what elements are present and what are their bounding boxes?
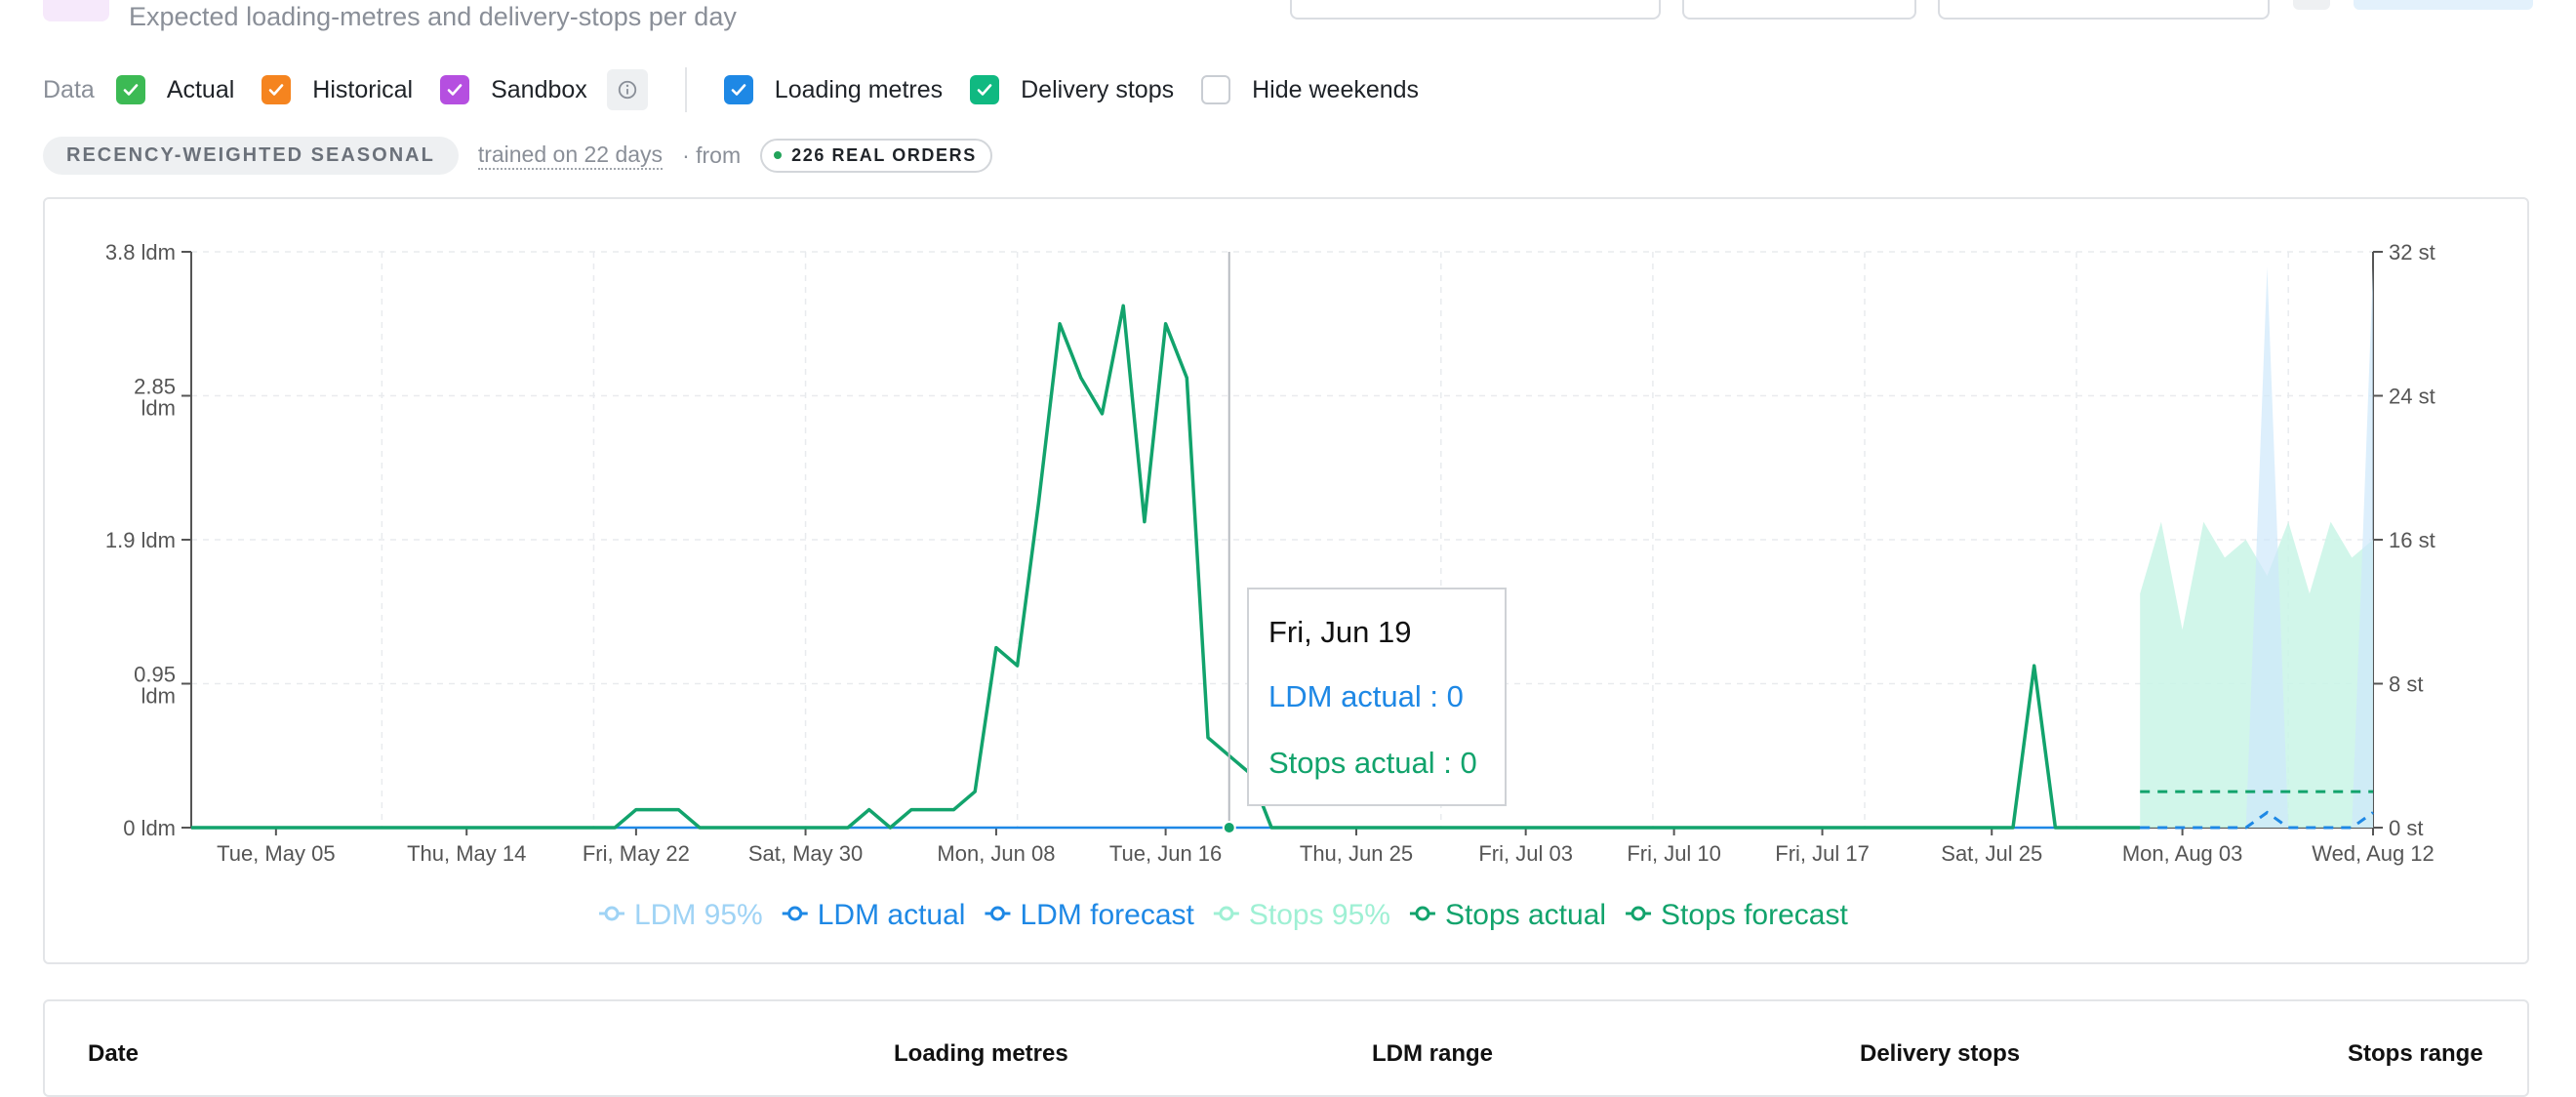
x-tick-label: Tue, May 05 [217, 841, 335, 866]
y-tick-label-right: 0 st [2389, 816, 2423, 840]
y-tick-label-left: 1.9 ldm [105, 528, 176, 552]
tooltip-date: Fri, Jun 19 [1268, 615, 1412, 649]
x-tick-label: Tue, Jun 16 [1109, 841, 1222, 866]
legend-label-1: LDM actual [818, 899, 966, 931]
y-tick-label-right: 8 st [2389, 672, 2423, 697]
x-tick-label: Fri, Jul 17 [1775, 841, 1870, 866]
legend-label-2: LDM forecast [1020, 899, 1194, 931]
x-tick-label: Wed, Aug 12 [2312, 841, 2435, 866]
legend-marker [604, 906, 620, 921]
y-tick-label-left-unit: ldm [141, 684, 176, 709]
x-tick-label: Mon, Aug 03 [2122, 841, 2243, 866]
y-tick-label-right: 16 st [2389, 528, 2435, 552]
x-tick-label: Fri, Jul 10 [1627, 841, 1721, 866]
x-tick-label: Sat, Jul 25 [1941, 841, 2042, 866]
legend-marker [1219, 906, 1234, 921]
table-header-date[interactable]: Date [88, 1040, 139, 1068]
x-tick-label: Thu, Jun 25 [1300, 841, 1413, 866]
legend-label-5: Stops forecast [1661, 899, 1848, 931]
hover-point [1222, 821, 1236, 834]
table-header-delivery-stops[interactable]: Delivery stops [1860, 1040, 2020, 1068]
legend-marker [989, 906, 1005, 921]
stops-actual-line [191, 304, 2141, 830]
x-tick-label: Sat, May 30 [748, 841, 863, 866]
y-tick-label-left-unit: ldm [141, 396, 176, 421]
chart-tooltip: Fri, Jun 19 LDM actual : 0 Stops actual … [1247, 588, 1507, 806]
y-tick-label-right: 32 st [2389, 240, 2435, 264]
table-header-stops-range[interactable]: Stops range [2348, 1040, 2483, 1068]
x-tick-label: Fri, May 22 [583, 841, 690, 866]
forecast-table [43, 999, 2529, 1097]
table-header-loading-metres[interactable]: Loading metres [894, 1040, 1068, 1068]
tooltip-stops-value: Stops actual : 0 [1268, 746, 1477, 780]
legend-marker [1630, 906, 1646, 921]
tooltip-ldm-value: LDM actual : 0 [1268, 679, 1464, 713]
legend-marker [787, 906, 803, 921]
x-tick-label: Thu, May 14 [407, 841, 526, 866]
legend-marker [1415, 906, 1430, 921]
forecast-chart[interactable]: 3.8 ldm2.85ldm1.9 ldm0.95ldm0 ldm32 st24… [0, 0, 2576, 1070]
x-tick-label: Mon, Jun 08 [937, 841, 1055, 866]
table-header-ldm-range[interactable]: LDM range [1372, 1040, 1493, 1068]
legend-label-4: Stops actual [1445, 899, 1606, 931]
y-tick-label-right: 24 st [2389, 385, 2435, 409]
x-tick-label: Fri, Jul 03 [1478, 841, 1573, 866]
y-tick-label-left: 0 ldm [123, 816, 176, 840]
y-tick-label-left: 3.8 ldm [105, 240, 176, 264]
legend-label-3: Stops 95% [1249, 899, 1390, 931]
legend-label-0: LDM 95% [634, 899, 763, 931]
